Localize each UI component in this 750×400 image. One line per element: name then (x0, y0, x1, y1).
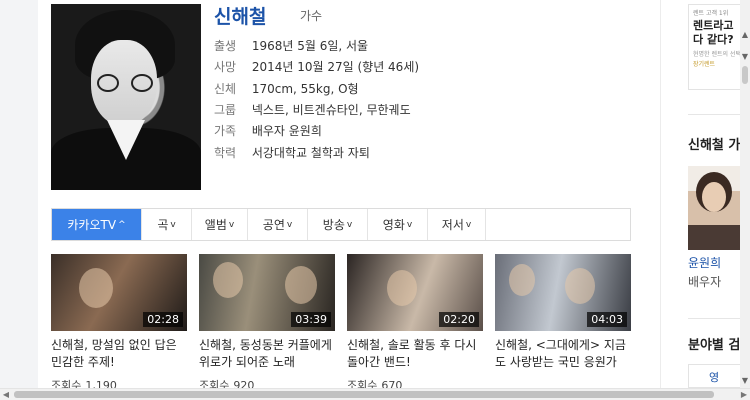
info-key: 사망 (214, 60, 237, 74)
info-key: 그룹 (214, 103, 237, 117)
info-row-group[interactable]: 그룹 넥스트, 비트겐슈타인, 무한궤도 (214, 101, 411, 118)
chevron-down-icon: v (286, 219, 293, 230)
info-key: 학력 (214, 146, 237, 160)
tab-songs[interactable]: 곡v (142, 209, 192, 240)
video-title[interactable]: 신해철, 솔로 활동 후 다시 돌아간 밴드! (347, 337, 483, 371)
spouse-photo[interactable] (688, 166, 740, 250)
horizontal-scroll-thumb[interactable] (14, 391, 714, 398)
info-key: 신체 (214, 82, 237, 96)
chevron-down-icon: v (465, 219, 472, 230)
scroll-down-icon[interactable]: ▼ (741, 376, 749, 386)
chevron-down-icon: v (346, 219, 353, 230)
info-value[interactable]: 배우자 윤원희 (252, 124, 322, 138)
info-key: 출생 (214, 39, 237, 53)
video-duration: 04:03 (587, 312, 627, 327)
info-row-body: 신체 170cm, 55kg, O형 (214, 80, 359, 97)
video-card[interactable]: 04:03 신해철, <그대에게> 지금도 사랑받는 국민 응원가 ... (495, 254, 631, 371)
info-value: 1968년 5월 6일, 서울 (251, 39, 369, 53)
video-thumbnail[interactable]: 02:28 (51, 254, 187, 331)
video-duration: 02:28 (143, 312, 183, 327)
info-row-family[interactable]: 가족 배우자 윤원희 (214, 122, 322, 139)
person-name[interactable]: 신해철 (214, 2, 266, 29)
category-search-heading: 분야별 검 (688, 338, 741, 353)
tab-kakaotv[interactable]: 카카오TV ^ (52, 209, 142, 240)
person-job: 가수 (300, 9, 323, 23)
category-box-label: 영 (709, 371, 720, 384)
related-people-heading: 신해철 가 (688, 138, 741, 153)
spouse-role: 배우자 (688, 275, 722, 289)
page: 신해철 가수 출생 1968년 5월 6일, 서울 사망 2014년 10월 2… (0, 0, 750, 400)
scroll-right-icon[interactable]: ▶ (738, 389, 750, 400)
scroll-left-icon[interactable]: ◀ (0, 389, 12, 400)
info-row-education[interactable]: 학력 서강대학교 철학과 자퇴 (214, 144, 370, 161)
info-row-birth: 출생 1968년 5월 6일, 서울 (214, 37, 368, 54)
info-row-death: 사망 2014년 10월 27일 (향년 46세) (214, 58, 419, 75)
spouse-name[interactable]: 윤원희 (688, 254, 721, 271)
video-card[interactable]: 02:20 신해철, 솔로 활동 후 다시 돌아간 밴드! 조회수 670 (347, 254, 483, 393)
chevron-down-icon: v (406, 219, 413, 230)
info-value: 170cm, 55kg, O형 (251, 82, 359, 96)
horizontal-scrollbar[interactable]: ◀ ▶ (0, 388, 750, 400)
video-title[interactable]: 신해철, 동성동본 커플에게 위로가 되어준 노래 (199, 337, 335, 371)
video-thumbnail[interactable]: 02:20 (347, 254, 483, 331)
scroll-up-icon[interactable]: ▲ (741, 30, 749, 40)
video-card[interactable]: 03:39 신해철, 동성동본 커플에게 위로가 되어준 노래 조회수 920 (199, 254, 335, 393)
info-value[interactable]: 넥스트, 비트겐슈타인, 무한궤도 (252, 103, 411, 117)
tab-bar: 카카오TV ^ 곡v 앨범 v 공연 v 방송 v 영화 v 저서 v (51, 208, 631, 241)
tab-albums[interactable]: 앨범 v (192, 209, 248, 240)
chevron-down-icon: v (170, 219, 176, 230)
info-key: 가족 (214, 124, 237, 138)
video-thumbnail[interactable]: 03:39 (199, 254, 335, 331)
video-title[interactable]: 신해철, 망설임 없인 답은 민감한 주제! (51, 337, 187, 371)
tab-concerts[interactable]: 공연 v (248, 209, 308, 240)
chevron-up-icon: ^ (118, 219, 126, 230)
video-duration: 03:39 (291, 312, 331, 327)
scroll-down-icon[interactable]: ▼ (741, 52, 749, 62)
info-value: 2014년 10월 27일 (향년 46세) (251, 60, 420, 74)
vertical-scroll-thumb[interactable] (742, 66, 748, 84)
video-card[interactable]: 02:28 신해철, 망설임 없인 답은 민감한 주제! 조회수 1,190 (51, 254, 187, 393)
tab-movies[interactable]: 영화 v (368, 209, 428, 240)
profile-photo[interactable] (51, 4, 201, 190)
left-gutter (0, 0, 38, 400)
info-value[interactable]: 서강대학교 철학과 자퇴 (252, 146, 370, 160)
column-divider (660, 0, 661, 400)
video-thumbnail[interactable]: 04:03 (495, 254, 631, 331)
vertical-scrollbar[interactable]: ▲ ▼ ▼ (740, 0, 750, 388)
video-duration: 02:20 (439, 312, 479, 327)
video-title[interactable]: 신해철, <그대에게> 지금도 사랑받는 국민 응원가 ... (495, 337, 631, 371)
tab-broadcasts[interactable]: 방송 v (308, 209, 368, 240)
tab-books[interactable]: 저서 v (428, 209, 486, 240)
chevron-down-icon: v (228, 219, 235, 230)
